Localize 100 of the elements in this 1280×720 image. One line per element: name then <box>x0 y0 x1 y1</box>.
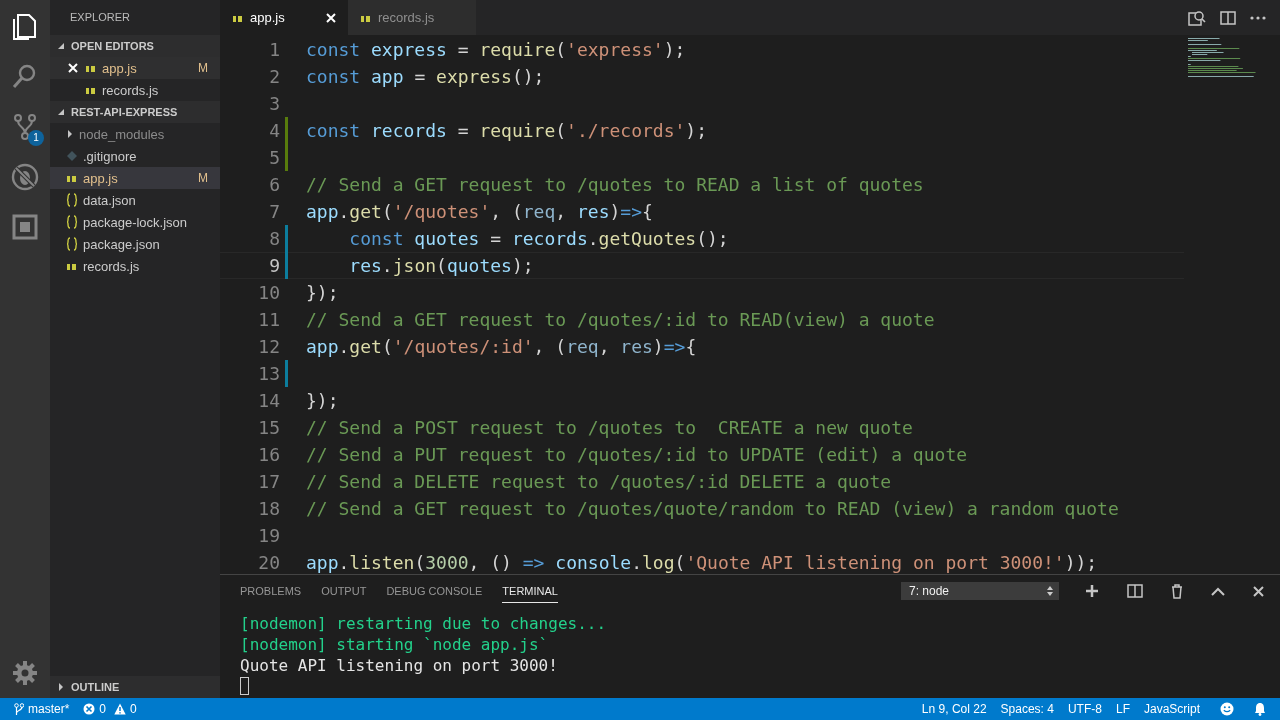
line-number: 20 <box>257 552 280 573</box>
file-item[interactable]: node_modules <box>50 123 220 145</box>
sidebar-title: EXPLORER <box>69 10 131 25</box>
extensions-icon <box>10 212 40 242</box>
file-item[interactable]: app.js M <box>50 167 220 189</box>
line-number: 7 <box>268 201 280 222</box>
file-name: records.js <box>83 258 141 274</box>
editor-tab[interactable]: app.js <box>220 0 348 35</box>
line-number: 9 <box>268 255 280 276</box>
file-item[interactable]: app.js M <box>50 57 220 79</box>
chevron-right-icon <box>66 127 74 141</box>
file-name: package.json <box>83 236 161 252</box>
panel-tab[interactable]: OUTPUT <box>321 579 367 603</box>
code-line: }); <box>306 390 339 411</box>
bell-icon[interactable] <box>1254 702 1266 716</box>
status-item[interactable]: JavaScript <box>1143 702 1200 716</box>
line-number: 10 <box>257 282 280 303</box>
terminal-line: Quote API listening on port 3000! <box>240 655 559 676</box>
trash-icon[interactable] <box>1171 583 1183 599</box>
bug-icon <box>10 162 40 192</box>
section-header[interactable]: OPEN EDITORS <box>50 35 220 57</box>
caret-down-icon <box>57 108 65 116</box>
code-line: const app = express(); <box>306 66 545 87</box>
tab-label: records.js <box>378 10 436 25</box>
file-item[interactable]: package.json <box>50 233 220 255</box>
line-number: 6 <box>268 174 280 195</box>
panel-tab[interactable]: DEBUG CONSOLE <box>386 579 483 603</box>
panel-tab[interactable]: PROBLEMS <box>240 579 302 603</box>
code-line: // Send a PUT request to /quotes/:id to UPDATE (edit) a quote <box>306 444 968 465</box>
terminal-cursor <box>240 677 249 695</box>
line-number: 18 <box>257 498 280 519</box>
code-line: app.get('/quotes/:id', (req, res)=>{ <box>306 336 697 357</box>
file-item[interactable]: data.json <box>50 189 220 211</box>
close-icon[interactable] <box>1253 585 1264 597</box>
line-number: 16 <box>257 444 280 465</box>
file-name: .gitignore <box>83 148 138 164</box>
plus-icon[interactable] <box>1085 584 1099 598</box>
chevron-up-icon[interactable] <box>1211 586 1225 596</box>
tab-label: app.js <box>250 10 286 25</box>
branch-indicator[interactable]: master* <box>14 702 70 716</box>
line-number: 15 <box>257 417 280 438</box>
terminal-dropdown[interactable]: 7: node <box>901 582 1059 600</box>
line-number: 5 <box>268 147 280 168</box>
diamond-icon <box>66 149 78 163</box>
line-number: 12 <box>257 336 280 357</box>
status-item[interactable]: LF <box>1115 702 1130 716</box>
code-line: // Send a GET request to /quotes to READ a list of quotes <box>306 174 924 195</box>
activity-item[interactable]: 1 <box>6 108 44 146</box>
count-badge: 1 <box>28 130 44 146</box>
code-line: app.get('/quotes', (req, res)=>{ <box>306 201 653 222</box>
braces-icon <box>66 193 78 207</box>
line-number: 8 <box>268 228 280 249</box>
code-line: // Send a POST request to /quotes to CREATE a new quote <box>306 417 913 438</box>
code-line: const quotes = records.getQuotes(); <box>349 228 729 249</box>
terminal[interactable]: [nodemon] restarting due to changes... [nodemon] starting `node app.js` Quote API listening on port 3000! <box>220 607 1280 698</box>
file-name: app.js <box>102 60 138 76</box>
line-number: 19 <box>257 525 280 546</box>
file-item[interactable]: package-lock.json <box>50 211 220 233</box>
line-number: 2 <box>268 66 280 87</box>
braces-icon <box>66 215 78 229</box>
section-header[interactable]: REST-API-EXPRESS <box>50 101 220 123</box>
file-item[interactable]: records.js <box>50 79 220 101</box>
open-changes-icon[interactable] <box>1188 8 1206 27</box>
settings-icon[interactable] <box>12 660 38 686</box>
line-number: 17 <box>257 471 280 492</box>
braces-icon <box>66 237 78 251</box>
status-item[interactable]: UTF-8 <box>1067 702 1102 716</box>
error-icon <box>83 703 96 715</box>
caret-right-icon <box>57 683 65 691</box>
smiley-icon[interactable] <box>1220 702 1234 716</box>
line-number: 14 <box>257 390 280 411</box>
updown-icon <box>1047 586 1053 596</box>
split-editor-icon[interactable] <box>1220 10 1236 25</box>
more-icon[interactable] <box>1250 15 1266 20</box>
split-terminal-icon[interactable] <box>1127 584 1143 598</box>
line-number: 3 <box>268 93 280 114</box>
caret-down-icon <box>57 42 65 50</box>
code-line: }); <box>306 282 339 303</box>
terminal-line: [nodemon] restarting due to changes... <box>240 613 608 634</box>
code-line: res.json(quotes); <box>349 255 534 276</box>
panel-tab[interactable]: TERMINAL <box>502 579 558 603</box>
file-item[interactable]: .gitignore <box>50 145 220 167</box>
git-status: M <box>198 171 209 185</box>
problems-indicator[interactable]: 0 0 <box>83 702 141 716</box>
file-item[interactable]: records.js <box>50 255 220 277</box>
warning-icon <box>114 703 127 715</box>
file-name: package-lock.json <box>83 214 189 230</box>
file-name: app.js <box>83 170 119 186</box>
status-item[interactable]: Spaces: 4 <box>1000 702 1054 716</box>
status-item[interactable]: Ln 9, Col 22 <box>921 702 987 716</box>
line-number: 4 <box>268 120 280 141</box>
file-name: records.js <box>102 82 160 98</box>
terminal-line: [nodemon] starting `node app.js` <box>240 634 550 655</box>
section-header[interactable]: OUTLINE <box>50 676 220 698</box>
editor-tab[interactable]: records.js <box>348 0 476 35</box>
file-name: data.json <box>83 192 137 208</box>
code-line: // Send a GET request to /quotes/quote/random to READ (view) a random quote <box>306 498 1119 519</box>
code-line: // Send a GET request to /quotes/:id to READ(view) a quote <box>306 309 935 330</box>
line-number: 1 <box>268 39 280 60</box>
branch-icon <box>14 702 24 716</box>
